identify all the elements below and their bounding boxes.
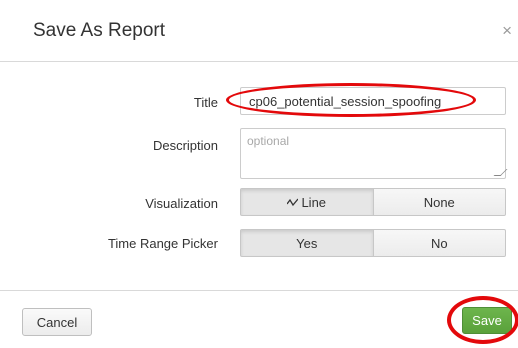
dialog-footer: Cancel: [0, 290, 518, 348]
visualization-line-label: Line: [301, 194, 327, 210]
save-button[interactable]: Save: [462, 307, 512, 334]
visualization-label: Visualization: [145, 196, 218, 211]
time-range-no-button[interactable]: No: [373, 229, 506, 257]
cancel-button[interactable]: Cancel: [22, 308, 92, 336]
dialog-title: Save As Report: [33, 20, 166, 41]
dialog-header: Save As Report ×: [0, 0, 518, 62]
close-icon[interactable]: ×: [502, 22, 512, 39]
time-range-no-label: No: [430, 235, 448, 251]
visualization-none-button[interactable]: None: [373, 188, 506, 216]
time-range-picker-toggle: Yes No: [240, 229, 506, 257]
visualization-line-button[interactable]: Line: [240, 188, 374, 216]
visualization-none-label: None: [423, 194, 455, 210]
time-range-picker-label: Time Range Picker: [107, 236, 218, 251]
line-chart-icon: [287, 198, 299, 206]
visualization-toggle: Line None: [240, 188, 506, 216]
description-textarea[interactable]: [240, 128, 506, 179]
title-label: Title: [193, 95, 218, 110]
save-as-report-dialog: Save As Report × Title Description Visua…: [0, 0, 518, 348]
time-range-yes-label: Yes: [296, 235, 318, 251]
title-input[interactable]: [240, 87, 506, 115]
time-range-yes-button[interactable]: Yes: [240, 229, 374, 257]
description-label: Description: [152, 138, 218, 153]
